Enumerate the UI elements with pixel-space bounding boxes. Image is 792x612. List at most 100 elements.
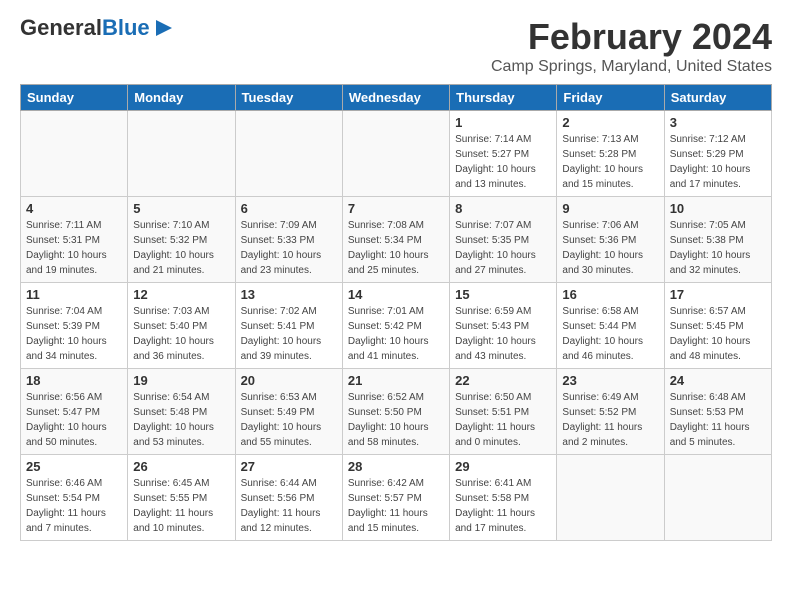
calendar-week-1: 1Sunrise: 7:14 AM Sunset: 5:27 PM Daylig…: [21, 111, 772, 197]
day-number: 14: [348, 287, 444, 302]
day-number: 3: [670, 115, 766, 130]
weekday-header-tuesday: Tuesday: [235, 85, 342, 111]
day-info: Sunrise: 6:48 AM Sunset: 5:53 PM Dayligh…: [670, 390, 766, 450]
day-info: Sunrise: 6:50 AM Sunset: 5:51 PM Dayligh…: [455, 390, 551, 450]
logo: GeneralBlue: [20, 16, 176, 40]
day-number: 10: [670, 201, 766, 216]
calendar-week-3: 11 Sunrise: 7:04 AM Sunset: 5:39 PM Dayli…: [21, 283, 772, 369]
calendar-week-5: 25Sunrise: 6:46 AM Sunset: 5:54 PM Dayli…: [21, 455, 772, 541]
weekday-header-friday: Friday: [557, 85, 664, 111]
calendar-cell: 3 Sunrise: 7:12 AM Sunset: 5:29 PM Daylig…: [664, 111, 771, 197]
calendar-week-2: 4 Sunrise: 7:11 AM Sunset: 5:31 PM Daylig…: [21, 197, 772, 283]
day-info: Sunrise: 6:49 AM Sunset: 5:52 PM Dayligh…: [562, 390, 658, 450]
day-info: Sunrise: 7:01 AM Sunset: 5:42 PM Dayligh…: [348, 304, 444, 364]
calendar-cell: 11 Sunrise: 7:04 AM Sunset: 5:39 PM Dayli…: [21, 283, 128, 369]
calendar-header-row: SundayMondayTuesdayWednesdayThursdayFrid…: [21, 85, 772, 111]
day-info: Sunrise: 6:44 AM Sunset: 5:56 PM Dayligh…: [241, 476, 337, 536]
calendar-cell: 29 Sunrise: 6:41 AM Sunset: 5:58 PM Dayli…: [450, 455, 557, 541]
day-number: 24: [670, 373, 766, 388]
day-number: 6: [241, 201, 337, 216]
day-number: 4: [26, 201, 122, 216]
day-info: Sunrise: 7:06 AM Sunset: 5:36 PM Dayligh…: [562, 218, 658, 278]
day-info: Sunrise: 6:54 AM Sunset: 5:48 PM Dayligh…: [133, 390, 229, 450]
day-number: 20: [241, 373, 337, 388]
header: GeneralBlue February 2024 Camp Springs, …: [20, 16, 772, 76]
calendar-cell: 15 Sunrise: 6:59 AM Sunset: 5:43 PM Dayli…: [450, 283, 557, 369]
calendar-cell: 24 Sunrise: 6:48 AM Sunset: 5:53 PM Dayli…: [664, 369, 771, 455]
calendar-cell: 25Sunrise: 6:46 AM Sunset: 5:54 PM Dayli…: [21, 455, 128, 541]
calendar-cell: 27 Sunrise: 6:44 AM Sunset: 5:56 PM Dayli…: [235, 455, 342, 541]
calendar-cell: 26 Sunrise: 6:45 AM Sunset: 5:55 PM Dayli…: [128, 455, 235, 541]
day-info: Sunrise: 7:12 AM Sunset: 5:29 PM Dayligh…: [670, 132, 766, 192]
day-info: Sunrise: 7:10 AM Sunset: 5:32 PM Dayligh…: [133, 218, 229, 278]
calendar-cell: 5 Sunrise: 7:10 AM Sunset: 5:32 PM Daylig…: [128, 197, 235, 283]
calendar-cell: 20 Sunrise: 6:53 AM Sunset: 5:49 PM Dayli…: [235, 369, 342, 455]
day-number: 11: [26, 287, 122, 302]
calendar-cell: 9 Sunrise: 7:06 AM Sunset: 5:36 PM Daylig…: [557, 197, 664, 283]
day-number: 15: [455, 287, 551, 302]
calendar-cell: [557, 455, 664, 541]
day-info: Sunrise: 7:05 AM Sunset: 5:38 PM Dayligh…: [670, 218, 766, 278]
day-info: Sunrise: 6:41 AM Sunset: 5:58 PM Dayligh…: [455, 476, 551, 536]
weekday-header-thursday: Thursday: [450, 85, 557, 111]
weekday-header-saturday: Saturday: [664, 85, 771, 111]
weekday-header-sunday: Sunday: [21, 85, 128, 111]
location-title: Camp Springs, Maryland, United States: [491, 58, 772, 76]
day-info: Sunrise: 7:13 AM Sunset: 5:28 PM Dayligh…: [562, 132, 658, 192]
day-info: Sunrise: 6:56 AM Sunset: 5:47 PM Dayligh…: [26, 390, 122, 450]
day-number: 26: [133, 459, 229, 474]
day-info: Sunrise: 6:45 AM Sunset: 5:55 PM Dayligh…: [133, 476, 229, 536]
day-info: Sunrise: 7:03 AM Sunset: 5:40 PM Dayligh…: [133, 304, 229, 364]
calendar-cell: 16 Sunrise: 6:58 AM Sunset: 5:44 PM Dayli…: [557, 283, 664, 369]
day-info: Sunrise: 7:07 AM Sunset: 5:35 PM Dayligh…: [455, 218, 551, 278]
calendar-cell: 22Sunrise: 6:50 AM Sunset: 5:51 PM Dayli…: [450, 369, 557, 455]
day-number: 7: [348, 201, 444, 216]
day-number: 9: [562, 201, 658, 216]
calendar-cell: 18 Sunrise: 6:56 AM Sunset: 5:47 PM Dayli…: [21, 369, 128, 455]
calendar-cell: 7 Sunrise: 7:08 AM Sunset: 5:34 PM Daylig…: [342, 197, 449, 283]
calendar-cell: 19 Sunrise: 6:54 AM Sunset: 5:48 PM Dayli…: [128, 369, 235, 455]
day-info: Sunrise: 6:46 AM Sunset: 5:54 PM Dayligh…: [26, 476, 122, 536]
calendar-week-4: 18 Sunrise: 6:56 AM Sunset: 5:47 PM Dayli…: [21, 369, 772, 455]
day-number: 17: [670, 287, 766, 302]
calendar-cell: 13 Sunrise: 7:02 AM Sunset: 5:41 PM Dayli…: [235, 283, 342, 369]
day-number: 29: [455, 459, 551, 474]
day-info: Sunrise: 6:53 AM Sunset: 5:49 PM Dayligh…: [241, 390, 337, 450]
day-number: 16: [562, 287, 658, 302]
logo-arrow-icon: [152, 18, 176, 38]
day-number: 12: [133, 287, 229, 302]
calendar-cell: 8 Sunrise: 7:07 AM Sunset: 5:35 PM Daylig…: [450, 197, 557, 283]
day-number: 18: [26, 373, 122, 388]
day-info: Sunrise: 7:08 AM Sunset: 5:34 PM Dayligh…: [348, 218, 444, 278]
calendar-cell: 28Sunrise: 6:42 AM Sunset: 5:57 PM Dayli…: [342, 455, 449, 541]
day-info: Sunrise: 7:04 AM Sunset: 5:39 PM Dayligh…: [26, 304, 122, 364]
weekday-header-monday: Monday: [128, 85, 235, 111]
day-info: Sunrise: 7:11 AM Sunset: 5:31 PM Dayligh…: [26, 218, 122, 278]
calendar-cell: 2Sunrise: 7:13 AM Sunset: 5:28 PM Daylig…: [557, 111, 664, 197]
calendar-cell: 14 Sunrise: 7:01 AM Sunset: 5:42 PM Dayli…: [342, 283, 449, 369]
day-info: Sunrise: 6:59 AM Sunset: 5:43 PM Dayligh…: [455, 304, 551, 364]
calendar-cell: [235, 111, 342, 197]
calendar-cell: [342, 111, 449, 197]
day-info: Sunrise: 7:02 AM Sunset: 5:41 PM Dayligh…: [241, 304, 337, 364]
day-number: 27: [241, 459, 337, 474]
day-number: 13: [241, 287, 337, 302]
calendar-body: 1Sunrise: 7:14 AM Sunset: 5:27 PM Daylig…: [21, 111, 772, 541]
day-number: 1: [455, 115, 551, 130]
calendar-cell: [664, 455, 771, 541]
day-number: 21: [348, 373, 444, 388]
calendar-cell: 23Sunrise: 6:49 AM Sunset: 5:52 PM Dayli…: [557, 369, 664, 455]
day-info: Sunrise: 6:52 AM Sunset: 5:50 PM Dayligh…: [348, 390, 444, 450]
calendar-cell: [21, 111, 128, 197]
day-number: 8: [455, 201, 551, 216]
day-info: Sunrise: 6:58 AM Sunset: 5:44 PM Dayligh…: [562, 304, 658, 364]
weekday-header-wednesday: Wednesday: [342, 85, 449, 111]
day-info: Sunrise: 7:09 AM Sunset: 5:33 PM Dayligh…: [241, 218, 337, 278]
title-area: February 2024 Camp Springs, Maryland, Un…: [491, 16, 772, 76]
day-info: Sunrise: 6:57 AM Sunset: 5:45 PM Dayligh…: [670, 304, 766, 364]
calendar-cell: 1Sunrise: 7:14 AM Sunset: 5:27 PM Daylig…: [450, 111, 557, 197]
day-number: 19: [133, 373, 229, 388]
day-number: 5: [133, 201, 229, 216]
day-number: 28: [348, 459, 444, 474]
calendar-table: SundayMondayTuesdayWednesdayThursdayFrid…: [20, 84, 772, 541]
